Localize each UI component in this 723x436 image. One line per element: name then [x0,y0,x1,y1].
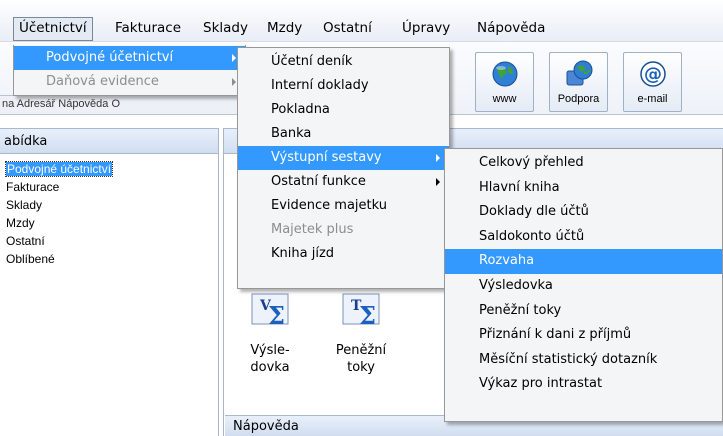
tree-item-ostatni[interactable]: Ostatní [0,232,218,250]
menu-item-saldokonto-uctu[interactable]: Saldokonto účtů [445,225,722,250]
ucetnictvi-dropdown: Podvojné účetnictví Daňová evidence [13,45,246,96]
left-panel-title: abídka [0,128,218,154]
sigma-v-icon: V Σ [251,293,289,330]
menu-sklady[interactable]: Sklady [198,17,253,41]
left-navigation-panel: abídka Podvojné účetnictví Fakturace Skl… [0,128,219,436]
menu-ostatni[interactable]: Ostatní [318,17,377,41]
navigation-tree: Podvojné účetnictví Fakturace Sklady Mzd… [0,154,218,268]
support-globe-icon [566,60,592,86]
tree-item-mzdy[interactable]: Mzdy [0,214,218,232]
submenu-arrow-icon [436,178,440,186]
svg-text:Σ: Σ [359,301,376,330]
vysledovka-label-2: dovka [250,360,290,375]
email-button[interactable]: @ e-mail [623,52,682,112]
menu-item-vystupni-sestavy[interactable]: Výstupní sestavy [238,146,449,170]
menu-item-majetek-plus: Majetek plus [271,222,354,237]
menu-item-danova-evidence: Daňová evidence [14,70,245,94]
tree-item-oblibene[interactable]: Oblíbené [0,250,218,268]
menu-napoveda[interactable]: Nápověda [472,17,550,41]
svg-text:@: @ [644,64,662,85]
menu-item-penezni-toky[interactable]: Peněžní toky [445,299,722,324]
menu-item-priznani-k-dani[interactable]: Přiznání k dani z příjmů [445,323,722,348]
menu-fakturace[interactable]: Fakturace [110,17,186,41]
menu-item-evidence-majetku[interactable]: Evidence majetku [238,194,449,218]
podvojne-ucetnictvi-submenu: Účetní deník Interní doklady Pokladna Ba… [237,47,450,289]
submenu-arrow-icon [436,154,440,162]
menu-item-hlavni-kniha[interactable]: Hlavní kniha [445,176,722,201]
www-label: www [492,93,517,105]
globe-icon [492,61,517,87]
penezni-toky-label-2: toky [347,360,375,375]
menu-item-interni-doklady[interactable]: Interní doklady [238,74,449,98]
menu-item-vysledovka[interactable]: Výsledovka [445,274,722,299]
menu-item-vykaz-intrastat[interactable]: Výkaz pro intrastat [445,372,722,397]
menu-bar: Účetnictví Fakturace Sklady Mzdy Ostatní… [0,0,723,42]
menu-item-rozvaha[interactable]: Rozvaha [445,249,722,274]
www-button[interactable]: www [475,52,534,112]
toolbar-hidden-labels: na Adresář Nápověda O [0,95,240,113]
menu-item-kniha-jizd[interactable]: Kniha jízd [238,242,449,266]
podpora-label: Podpora [557,93,600,105]
tree-item-fakturace[interactable]: Fakturace [0,178,218,196]
menu-item-ostatni-funkce[interactable]: Ostatní funkce [238,170,449,194]
menu-ucetnictvi[interactable]: Účetnictví [13,17,93,41]
menu-item-celkovy-prehled[interactable]: Celkový přehled [445,151,722,176]
vystupni-sestavy-submenu: Celkový přehled Hlavní kniha Doklady dle… [444,148,723,422]
vysledovka-shortcut[interactable]: V Σ Výsle- dovka [243,290,297,376]
menu-item-ucetni-denik[interactable]: Účetní deník [238,50,449,74]
email-label: e-mail [637,93,668,105]
svg-text:Σ: Σ [268,301,285,330]
menu-item-podvojne-ucetnictvi[interactable]: Podvojné účetnictví [14,46,245,70]
podpora-button[interactable]: Podpora [549,52,608,112]
tree-item-sklady[interactable]: Sklady [0,196,218,214]
tree-item-podvojne[interactable]: Podvojné účetnictví [0,160,218,178]
menu-upravy[interactable]: Úpravy [397,17,455,41]
menu-item-banka[interactable]: Banka [238,122,449,146]
submenu-arrow-icon [232,54,236,62]
vysledovka-label-1: Výsle- [250,343,290,358]
penezni-toky-label-1: Peněžní [335,343,387,358]
penezni-toky-shortcut[interactable]: T Σ Peněžní toky [330,290,392,376]
menu-item-pokladna[interactable]: Pokladna [238,98,449,122]
menu-item-mesicni-dotaznik[interactable]: Měsíční statistický dotazník [445,348,722,373]
at-sign-icon: @ [639,61,666,87]
submenu-arrow-icon [232,78,236,86]
menu-mzdy[interactable]: Mzdy [262,17,307,41]
sigma-t-icon: T Σ [342,293,380,330]
menu-item-doklady-dle-uctu[interactable]: Doklady dle účtů [445,200,722,225]
